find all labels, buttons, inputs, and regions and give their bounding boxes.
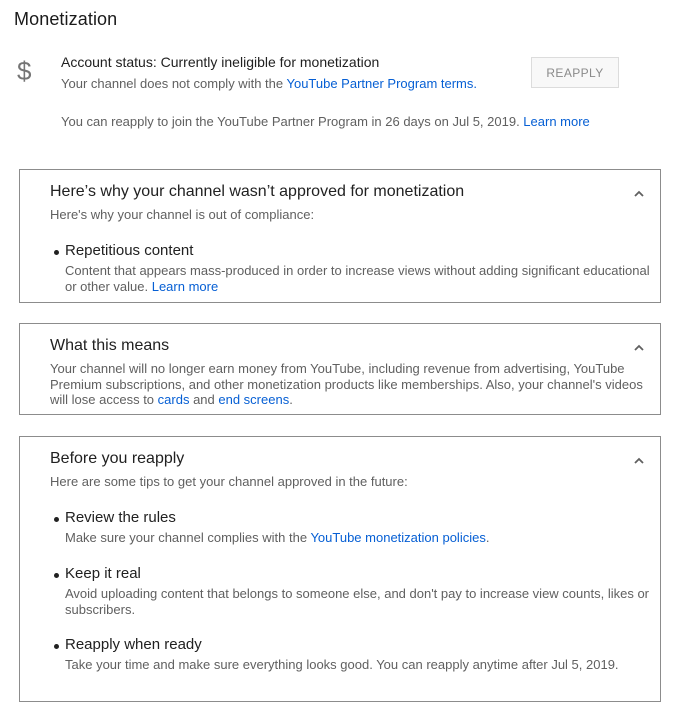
- what-this-means-text: Your channel will no longer earn money f…: [50, 361, 650, 408]
- account-status-description: Your channel does not comply with the Yo…: [61, 76, 477, 91]
- bullet-dot: [54, 573, 59, 578]
- before-you-reapply-card: Before you reapply Here are some tips to…: [19, 436, 661, 702]
- end-screens-link[interactable]: end screens: [218, 392, 289, 407]
- bullet-title: Repetitious content: [65, 242, 194, 259]
- chevron-up-icon[interactable]: [634, 343, 644, 353]
- learn-more-link[interactable]: Learn more: [152, 279, 218, 294]
- learn-more-link[interactable]: Learn more: [523, 114, 589, 129]
- reapply-note: You can reapply to join the YouTube Part…: [61, 114, 590, 129]
- cards-link[interactable]: cards: [158, 392, 190, 407]
- monetization-policies-link[interactable]: YouTube monetization policies: [310, 530, 485, 545]
- reapply-button[interactable]: REAPPLY: [531, 57, 619, 88]
- bullet-description: Take your time and make sure everything …: [65, 657, 619, 672]
- bullet-dot: [54, 517, 59, 522]
- bullet-description: Make sure your channel complies with the…: [65, 530, 660, 546]
- account-status-desc-text: Your channel does not comply with the: [61, 76, 287, 91]
- partner-program-terms-link[interactable]: YouTube Partner Program terms.: [286, 76, 477, 91]
- what-this-means-title[interactable]: What this means: [50, 337, 169, 355]
- bullet-title: Keep it real: [65, 565, 141, 582]
- dollar-icon: $: [17, 56, 32, 86]
- bullet-dot: [54, 250, 59, 255]
- why-not-approved-card: Here’s why your channel wasn’t approved …: [19, 169, 661, 303]
- bullet-description: Avoid uploading content that belongs to …: [65, 586, 650, 617]
- before-you-reapply-subtitle: Here are some tips to get your channel a…: [50, 474, 408, 489]
- account-status-title: Account status: Currently ineligible for…: [61, 54, 380, 70]
- bullet-description: Content that appears mass-produced in or…: [65, 263, 660, 294]
- what-this-means-body: Your channel will no longer earn money f…: [50, 361, 643, 407]
- period-text: .: [485, 530, 490, 545]
- period-text: .: [289, 392, 293, 407]
- bullet-title: Review the rules: [65, 509, 176, 526]
- page-title: Monetization: [14, 9, 118, 29]
- why-not-approved-title[interactable]: Here’s why your channel wasn’t approved …: [50, 183, 464, 201]
- bullet-dot: [54, 644, 59, 649]
- before-you-reapply-title[interactable]: Before you reapply: [50, 450, 184, 468]
- reapply-note-text: You can reapply to join the YouTube Part…: [61, 114, 524, 129]
- why-not-approved-subtitle: Here's why your channel is out of compli…: [50, 207, 315, 222]
- conjunction-text: and: [189, 392, 219, 407]
- chevron-up-icon[interactable]: [634, 189, 644, 199]
- bullet-title: Reapply when ready: [65, 636, 202, 653]
- bullet-description-text: Make sure your channel complies with the: [65, 530, 311, 545]
- what-this-means-card: What this means Your channel will no lon…: [19, 323, 661, 415]
- chevron-up-icon[interactable]: [634, 456, 644, 466]
